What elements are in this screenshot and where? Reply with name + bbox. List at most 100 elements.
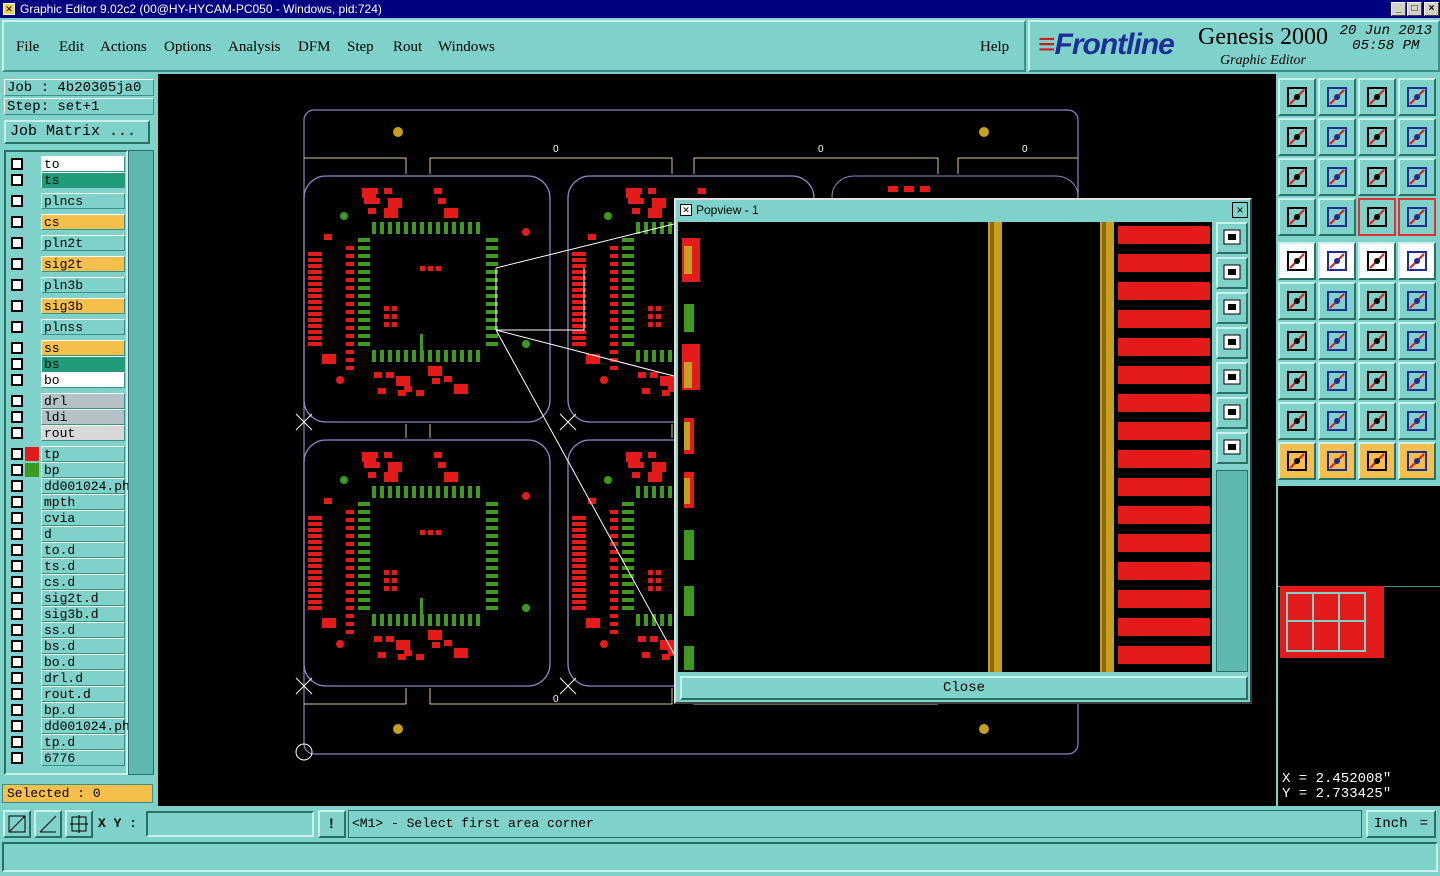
layer-row[interactable]: cs [8, 214, 128, 230]
layer-name[interactable]: ts.d [41, 558, 125, 574]
layer-name[interactable]: drl [41, 393, 125, 409]
layer-row[interactable]: cs.d [8, 574, 128, 590]
arrow-up-icon[interactable] [1318, 402, 1356, 440]
layer-checkbox[interactable] [11, 195, 23, 207]
add-pad-icon[interactable] [1278, 362, 1316, 400]
layer-checkbox[interactable] [11, 427, 23, 439]
xy-input[interactable] [146, 811, 314, 837]
layer-name[interactable]: cs [41, 214, 125, 230]
triangle-icon[interactable] [1278, 402, 1316, 440]
layer-row[interactable]: mpth [8, 494, 128, 510]
layer-row[interactable]: pln3b [8, 277, 128, 293]
pointer-icon[interactable] [1278, 442, 1316, 480]
layer-row[interactable]: drl [8, 393, 128, 409]
layer-name[interactable]: plnss [41, 319, 125, 335]
layer-name[interactable]: rout.d [41, 686, 125, 702]
layer-checkbox[interactable] [11, 464, 23, 476]
job-matrix-button[interactable]: Job Matrix ... [4, 120, 150, 144]
zoom-area-icon[interactable] [3, 810, 31, 838]
layer-checkbox[interactable] [11, 672, 23, 684]
popview-close-icon[interactable]: × [1232, 202, 1248, 218]
layer-name[interactable]: ldi [41, 409, 125, 425]
layer-name[interactable]: d [41, 526, 125, 542]
layer-checkbox[interactable] [11, 216, 23, 228]
layer-row[interactable]: ldi [8, 409, 128, 425]
layer-row[interactable]: plncs [8, 193, 128, 209]
layer-name[interactable]: ss [41, 340, 125, 356]
layer-name[interactable]: bs.d [41, 638, 125, 654]
layer-row[interactable]: sig3b [8, 298, 128, 314]
layer-checkbox[interactable] [11, 258, 23, 270]
layer-checkbox[interactable] [11, 640, 23, 652]
group-icon[interactable] [1398, 362, 1436, 400]
redraw-icon[interactable] [1398, 118, 1436, 156]
layer-checkbox[interactable] [11, 688, 23, 700]
measure-icon[interactable] [34, 810, 62, 838]
layer-name[interactable]: bp.d [41, 702, 125, 718]
layer-checkbox[interactable] [11, 544, 23, 556]
help-icon[interactable] [1398, 158, 1436, 196]
layer-checkbox[interactable] [11, 560, 23, 572]
layer-name[interactable]: to [41, 156, 125, 172]
layer-row[interactable]: drl.d [8, 670, 128, 686]
layer-row[interactable]: dd001024.pho [8, 718, 138, 734]
select-feature-icon[interactable] [1318, 242, 1356, 280]
units-select[interactable]: Inch = [1366, 810, 1436, 838]
layer-checkbox[interactable] [11, 752, 23, 764]
pv-pan-right-icon[interactable] [1216, 362, 1248, 394]
zoom-forward-icon[interactable] [1318, 118, 1356, 156]
scale-icon[interactable] [1358, 158, 1396, 196]
route-icon[interactable] [1398, 442, 1436, 480]
menu-help[interactable]: Help [980, 39, 1009, 56]
pad-icon[interactable] [1398, 242, 1436, 280]
layer-row[interactable]: d [8, 526, 128, 542]
layer-name[interactable]: sig3b.d [41, 606, 125, 622]
layer-name[interactable]: cvia [41, 510, 125, 526]
layer-row[interactable]: to.d [8, 542, 128, 558]
line-red-icon[interactable] [1358, 282, 1396, 320]
pv-pan-up-icon[interactable] [1216, 257, 1248, 289]
layer-row[interactable]: 6776 [8, 750, 128, 766]
layer-name[interactable]: plncs [41, 193, 125, 209]
arc-icon[interactable] [1358, 322, 1396, 360]
layer-row[interactable]: to [8, 156, 128, 172]
layer-name[interactable]: bo [41, 372, 125, 388]
ruler-icon[interactable] [1358, 242, 1396, 280]
layer-row[interactable]: rout.d [8, 686, 128, 702]
layer-name[interactable]: sig2t.d [41, 590, 125, 606]
menu-windows[interactable]: Windows [438, 39, 495, 56]
layer-row[interactable]: sig3b.d [8, 606, 128, 622]
pointer-bold-icon[interactable] [1358, 442, 1396, 480]
diagonal-icon[interactable] [1318, 322, 1356, 360]
layer-name[interactable]: sig3b [41, 298, 125, 314]
layer-name[interactable]: tp.d [41, 734, 125, 750]
layer-row[interactable]: tp.d [8, 734, 128, 750]
layer-row[interactable]: bs.d [8, 638, 128, 654]
layer-checkbox[interactable] [11, 237, 23, 249]
layer-checkbox[interactable] [11, 300, 23, 312]
layer-checkbox[interactable] [11, 321, 23, 333]
layer-checkbox[interactable] [11, 342, 23, 354]
layer-name[interactable]: bo.d [41, 654, 125, 670]
pv-zoom-in-icon[interactable] [1216, 397, 1248, 429]
layer-name[interactable]: rout [41, 425, 125, 441]
layer-checkbox[interactable] [11, 374, 23, 386]
layer-name[interactable]: dd001024.pho [41, 718, 138, 734]
pv-zoom-fit-icon[interactable] [1216, 222, 1248, 254]
layer-name[interactable]: bs [41, 356, 125, 372]
dimension-icon[interactable] [1358, 362, 1396, 400]
layer-checkbox[interactable] [11, 624, 23, 636]
layer-row[interactable]: ts.d [8, 558, 128, 574]
maximize-button[interactable]: □ [1407, 2, 1422, 16]
layer-name[interactable]: dd001024.pho [41, 478, 138, 494]
layer-name[interactable]: ts [41, 172, 125, 188]
menu-options[interactable]: Options [164, 39, 212, 56]
menu-edit[interactable]: Edit [59, 39, 84, 56]
layer-row[interactable]: bo.d [8, 654, 128, 670]
layer-row[interactable]: plnss [8, 319, 128, 335]
layer-scrollbar[interactable] [128, 150, 154, 775]
node-icon[interactable] [1278, 282, 1316, 320]
panel-layout-icon[interactable] [1398, 78, 1436, 116]
move-feature-icon[interactable] [1278, 242, 1316, 280]
overview-map[interactable] [1278, 486, 1440, 768]
